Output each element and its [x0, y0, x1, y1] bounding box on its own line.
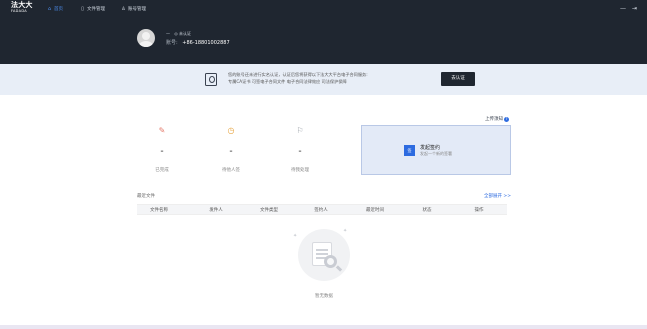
- user-icon: ♙: [121, 5, 126, 12]
- view-all-link[interactable]: 全部展开 >>: [484, 193, 511, 199]
- stat-completed[interactable]: ✎ – 已完成: [137, 126, 187, 173]
- nav-file-management[interactable]: ▯ 文件管理: [80, 4, 105, 14]
- upload-notice-link[interactable]: 上传须知?: [485, 116, 509, 122]
- sparkle-icon: ✦: [293, 233, 298, 239]
- empty-state-text: 暂无数据: [315, 294, 333, 299]
- logout-icon[interactable]: ⇥: [632, 4, 637, 14]
- sparkle-icon: ✦: [343, 228, 348, 234]
- stat-label: 已完成: [155, 168, 169, 173]
- user-phone-row: 账号: +86-18801002887: [166, 39, 230, 46]
- banner-text: 您的账号还未进行实名认证，认证后您将获得以下法大大平台电子合同服务: 专属CA证…: [228, 71, 368, 85]
- nav-home-label: 首页: [54, 7, 63, 12]
- verify-button[interactable]: 去认证: [441, 72, 475, 86]
- help-icon: ?: [504, 117, 509, 122]
- verification-status-text: 未认证: [179, 31, 192, 36]
- banner-line-2: 专属CA证书 可签电子合同文件 电子合同法律效应 司法保护保障: [228, 79, 347, 84]
- brand-logo[interactable]: 法大大 FADADA: [11, 2, 33, 16]
- sign-badge-icon: 签: [404, 145, 415, 156]
- start-card-subtitle: 发起一个新的签署: [420, 151, 452, 156]
- column-header: 状态: [422, 208, 432, 213]
- verification-status-badge: ◎ 未认证: [174, 31, 192, 36]
- file-icon: ▯: [81, 5, 84, 12]
- pen-icon: ✎: [158, 126, 166, 135]
- phone-label: 账号:: [166, 40, 178, 46]
- column-header: 文件类型: [260, 208, 278, 213]
- stat-label: 待我处理: [291, 168, 309, 173]
- user-name: —: [166, 31, 170, 36]
- stat-label: 待他人签: [222, 168, 240, 173]
- avatar[interactable]: [137, 29, 155, 47]
- magnifier-icon: [324, 255, 337, 268]
- nav-account-label: 账号管理: [128, 7, 146, 12]
- column-header: 操作: [474, 208, 484, 213]
- stat-waiting-me[interactable]: ⚐ – 待我处理: [275, 126, 325, 173]
- profile-header: [0, 18, 647, 64]
- top-navbar: 法大大 FADADA ⌂ 首页 ▯ 文件管理 ♙ 账号管理 — ⇥: [0, 0, 647, 18]
- stat-waiting-others[interactable]: ◷ – 待他人签: [206, 126, 256, 173]
- recent-files-title: 最近文件: [137, 194, 155, 199]
- home-icon: ⌂: [47, 5, 52, 12]
- brand-name-cn: 法大大: [11, 1, 33, 9]
- id-card-icon: [205, 73, 217, 86]
- column-header: 文件名称: [150, 208, 168, 213]
- upload-notice-label: 上传须知: [485, 117, 503, 122]
- clock-icon: ◷: [227, 126, 235, 135]
- banner-line-1: 您的账号还未进行实名认证，认证后您将获得以下法大大平台电子合同服务:: [228, 72, 368, 77]
- start-card-title: 发起签约: [420, 145, 441, 151]
- user-name-row: — ◎ 未认证: [166, 31, 191, 37]
- empty-state-illustration: [298, 229, 350, 281]
- bottom-strip: [0, 325, 647, 329]
- nav-account-management[interactable]: ♙ 账号管理: [121, 4, 146, 14]
- nav-file-label: 文件管理: [87, 7, 105, 12]
- flag-icon: ⚐: [296, 126, 304, 135]
- start-signing-card[interactable]: 签 发起签约 发起一个新的签署: [361, 125, 511, 175]
- column-header: 发件人: [209, 208, 223, 213]
- stat-value: –: [298, 148, 302, 155]
- minimize-icon[interactable]: —: [620, 4, 626, 14]
- stat-value: –: [229, 148, 233, 155]
- nav-home[interactable]: ⌂ 首页: [47, 4, 63, 14]
- column-header: 最近时间: [366, 208, 384, 213]
- stat-value: –: [160, 148, 164, 155]
- brand-name-en: FADADA: [11, 9, 27, 13]
- phone-number: +86-18801002887: [182, 40, 230, 46]
- column-header: 签约人: [314, 208, 328, 213]
- files-table-header: 文件名称 发件人 文件类型 签约人 最近时间 状态 操作: [137, 204, 507, 215]
